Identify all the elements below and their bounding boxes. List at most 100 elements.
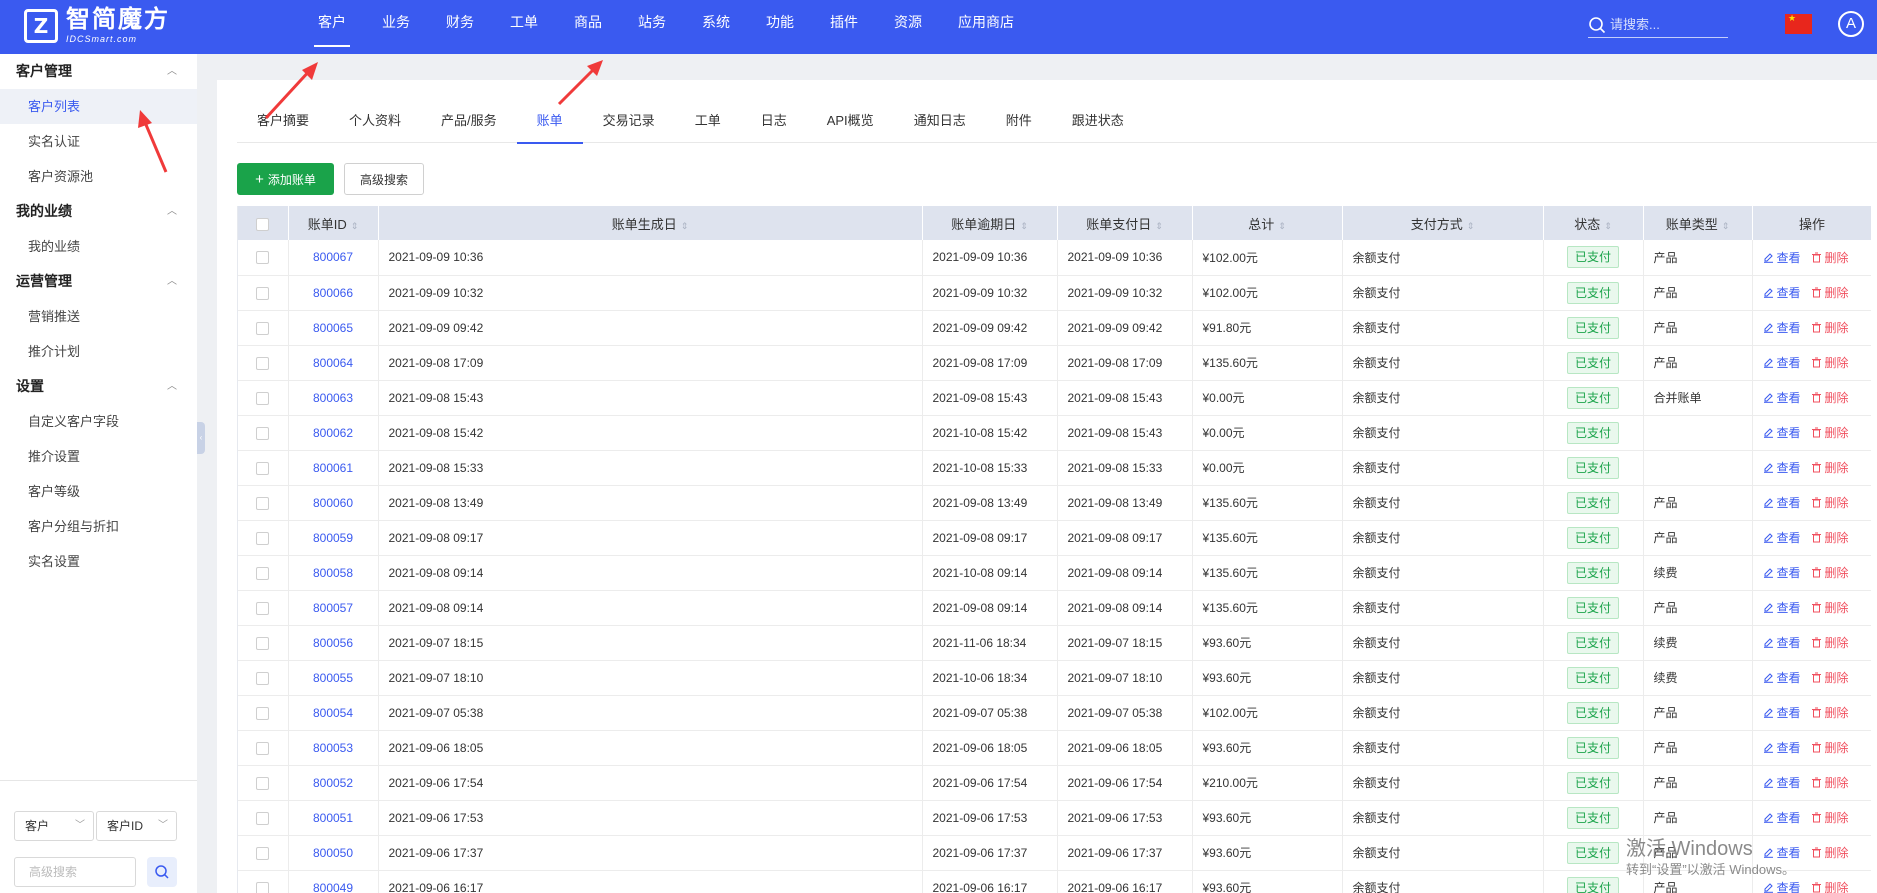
sidebar-item[interactable]: 客户分组与折扣 — [0, 509, 197, 544]
delete-button[interactable]: 删除 — [1811, 319, 1849, 336]
delete-button[interactable]: 删除 — [1811, 774, 1849, 791]
top-search[interactable] — [1588, 12, 1728, 38]
delete-button[interactable]: 删除 — [1811, 389, 1849, 406]
sort-icon[interactable]: ⇕ — [1722, 221, 1730, 231]
view-button[interactable]: 查看 — [1763, 529, 1801, 546]
row-checkbox[interactable] — [256, 846, 270, 860]
column-header[interactable]: 账单生成日 ⇕ — [378, 206, 923, 240]
invoice-id-link[interactable]: 800067 — [313, 250, 353, 264]
sidebar-collapse-handle[interactable]: ‹ — [197, 422, 205, 454]
row-checkbox[interactable] — [256, 636, 270, 650]
sort-icon[interactable]: ⇕ — [351, 221, 359, 231]
add-invoice-button[interactable]: + 添加账单 — [237, 163, 334, 195]
tab[interactable]: 附件 — [986, 100, 1052, 143]
view-button[interactable]: 查看 — [1763, 634, 1801, 651]
column-header[interactable]: 状态 ⇕ — [1543, 206, 1644, 240]
sidebar-group[interactable]: 我的业绩 ︿ — [0, 194, 197, 229]
sort-icon[interactable]: ⇕ — [681, 221, 689, 231]
china-flag-icon[interactable] — [1785, 14, 1812, 34]
topnav-item[interactable]: 业务 — [364, 0, 428, 54]
sort-icon[interactable]: ⇕ — [1467, 221, 1475, 231]
sidebar-group[interactable]: 运营管理 ︿ — [0, 264, 197, 299]
delete-button[interactable]: 删除 — [1811, 424, 1849, 441]
topnav-item[interactable]: 资源 — [876, 0, 940, 54]
invoice-id-link[interactable]: 800056 — [313, 636, 353, 650]
row-checkbox[interactable] — [256, 426, 270, 440]
topnav-item[interactable]: 工单 — [492, 0, 556, 54]
view-button[interactable]: 查看 — [1763, 354, 1801, 371]
view-button[interactable]: 查看 — [1763, 774, 1801, 791]
topnav-item[interactable]: 商品 — [556, 0, 620, 54]
invoice-id-link[interactable]: 800064 — [313, 356, 353, 370]
sidebar-item[interactable]: 我的业绩 — [0, 229, 197, 264]
row-checkbox[interactable] — [256, 356, 270, 370]
delete-button[interactable]: 删除 — [1811, 844, 1849, 861]
view-button[interactable]: 查看 — [1763, 599, 1801, 616]
tab[interactable]: 产品/服务 — [421, 100, 517, 143]
topnav-item[interactable]: 站务 — [620, 0, 684, 54]
delete-button[interactable]: 删除 — [1811, 739, 1849, 756]
invoice-id-link[interactable]: 800061 — [313, 461, 353, 475]
invoice-id-link[interactable]: 800065 — [313, 321, 353, 335]
delete-button[interactable]: 删除 — [1811, 879, 1849, 893]
column-header[interactable]: 账单类型 ⇕ — [1643, 206, 1753, 240]
invoice-id-link[interactable]: 800062 — [313, 426, 353, 440]
view-button[interactable]: 查看 — [1763, 494, 1801, 511]
delete-button[interactable]: 删除 — [1811, 284, 1849, 301]
row-checkbox[interactable] — [256, 741, 270, 755]
invoice-id-link[interactable]: 800066 — [313, 286, 353, 300]
row-checkbox[interactable] — [256, 671, 270, 685]
view-button[interactable]: 查看 — [1763, 284, 1801, 301]
view-button[interactable]: 查看 — [1763, 389, 1801, 406]
sidebar-item[interactable]: 实名设置 — [0, 544, 197, 579]
view-button[interactable]: 查看 — [1763, 809, 1801, 826]
row-checkbox[interactable] — [256, 601, 270, 615]
tab[interactable]: 个人资料 — [329, 100, 421, 143]
row-checkbox[interactable] — [256, 461, 270, 475]
sort-icon[interactable]: ⇕ — [1604, 221, 1612, 231]
column-header[interactable]: 支付方式 ⇕ — [1342, 206, 1544, 240]
sort-icon[interactable]: ⇕ — [1155, 221, 1163, 231]
topnav-item[interactable]: 客户 — [300, 0, 364, 54]
invoice-id-link[interactable]: 800063 — [313, 391, 353, 405]
view-button[interactable]: 查看 — [1763, 424, 1801, 441]
column-header[interactable]: 账单ID ⇕ — [288, 206, 379, 240]
sidebar-search-button[interactable] — [147, 857, 177, 887]
topnav-item[interactable]: 财务 — [428, 0, 492, 54]
topnav-item[interactable]: 应用商店 — [940, 0, 1032, 54]
invoice-id-link[interactable]: 800053 — [313, 741, 353, 755]
search-field-select[interactable]: 客户ID ﹀ — [96, 811, 177, 841]
sort-icon[interactable]: ⇕ — [1020, 221, 1028, 231]
invoice-id-link[interactable]: 800060 — [313, 496, 353, 510]
row-checkbox[interactable] — [256, 391, 270, 405]
delete-button[interactable]: 删除 — [1811, 494, 1849, 511]
invoice-id-link[interactable]: 800049 — [313, 881, 353, 893]
delete-button[interactable]: 删除 — [1811, 354, 1849, 371]
row-checkbox[interactable] — [256, 321, 270, 335]
sort-icon[interactable]: ⇕ — [1278, 221, 1286, 231]
delete-button[interactable]: 删除 — [1811, 529, 1849, 546]
sidebar-group[interactable]: 设置 ︿ — [0, 369, 197, 404]
select-all-checkbox[interactable] — [256, 217, 270, 231]
invoice-id-link[interactable]: 800055 — [313, 671, 353, 685]
delete-button[interactable]: 删除 — [1811, 564, 1849, 581]
sidebar-search-input[interactable] — [14, 857, 136, 887]
delete-button[interactable]: 删除 — [1811, 809, 1849, 826]
search-input[interactable] — [1610, 17, 1720, 32]
delete-button[interactable]: 删除 — [1811, 634, 1849, 651]
tab[interactable]: 工单 — [675, 100, 741, 143]
search-type-select[interactable]: 客户 ﹀ — [14, 811, 94, 841]
sidebar-item[interactable]: 营销推送 — [0, 299, 197, 334]
invoice-id-link[interactable]: 800057 — [313, 601, 353, 615]
row-checkbox[interactable] — [256, 251, 270, 265]
advanced-search-button[interactable]: 高级搜索 — [344, 163, 424, 195]
invoice-id-link[interactable]: 800051 — [313, 811, 353, 825]
row-checkbox[interactable] — [256, 881, 270, 893]
sidebar-group[interactable]: 客户管理 ︿ — [0, 54, 197, 89]
logo[interactable]: Z 智简魔方 IDCSmart.com — [24, 6, 170, 46]
view-button[interactable]: 查看 — [1763, 564, 1801, 581]
row-checkbox[interactable] — [256, 496, 270, 510]
tab[interactable]: API概览 — [807, 100, 894, 143]
column-header[interactable]: 账单逾期日 ⇕ — [922, 206, 1058, 240]
delete-button[interactable]: 删除 — [1811, 704, 1849, 721]
